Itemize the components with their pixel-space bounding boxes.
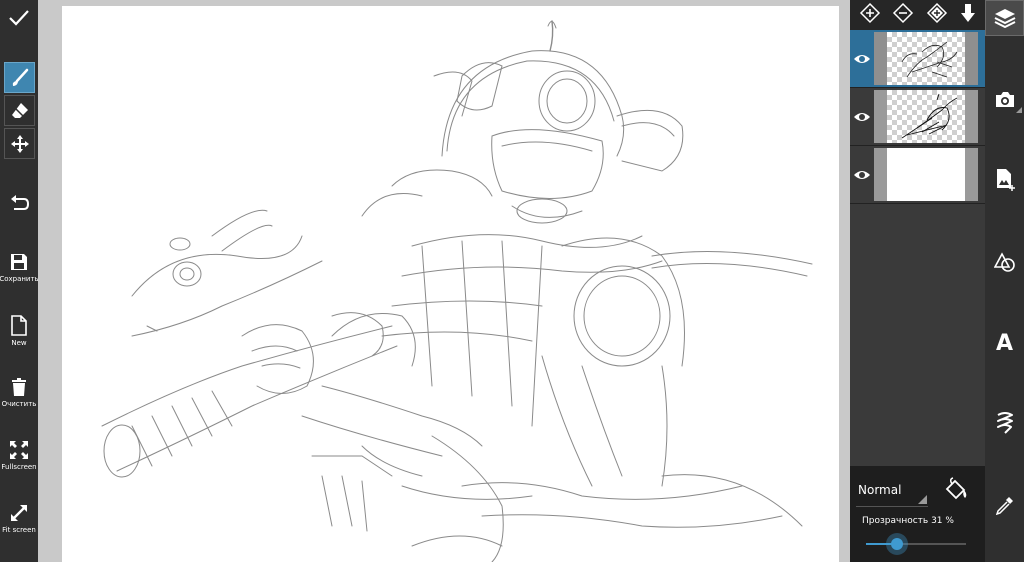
add-image-button[interactable]	[985, 165, 1024, 195]
trash-icon	[12, 378, 26, 396]
check-icon	[9, 10, 29, 26]
opacity-slider-thumb[interactable]	[886, 533, 908, 555]
text-tool-button[interactable]: A	[985, 328, 1024, 358]
layer-visibility-toggle-3[interactable]	[850, 146, 874, 203]
duplicate-layer-icon	[926, 2, 947, 24]
layers-toolbar	[850, 0, 985, 30]
layer-properties: Normal Прозрачность 31 %	[850, 466, 985, 562]
save-icon	[11, 254, 27, 270]
arrow-down-icon	[960, 4, 975, 22]
layers-icon	[994, 9, 1015, 28]
fit-screen-label: Fit screen	[2, 526, 36, 534]
fullscreen-button[interactable]: Fullscreen	[0, 440, 38, 471]
save-label: Сохранить	[0, 275, 39, 283]
opacity-label: Прозрачность 31 %	[862, 516, 954, 526]
move-icon	[10, 134, 29, 153]
brush-icon	[12, 68, 28, 86]
eraser-icon	[11, 102, 28, 118]
camera-icon	[995, 92, 1014, 107]
left-toolbar: Сохранить New Очистить Fullscreen Fit sc…	[0, 0, 39, 562]
blend-mode-select[interactable]: Normal	[858, 483, 901, 497]
eyedropper-icon	[995, 497, 1013, 515]
confirm-button[interactable]	[0, 8, 38, 28]
paint-bucket-icon	[945, 477, 967, 500]
layers-panel: Normal Прозрачность 31 %	[850, 0, 985, 562]
paint-app: Сохранить New Очистить Fullscreen Fit sc…	[0, 0, 1024, 562]
new-file-icon	[11, 315, 27, 336]
layer-item-2[interactable]	[850, 88, 985, 145]
fill-bucket-button[interactable]	[943, 477, 969, 507]
layer-visibility-toggle-1[interactable]	[850, 30, 874, 87]
clear-button[interactable]: Очистить	[0, 377, 38, 408]
eye-icon	[854, 170, 870, 179]
add-layer-button[interactable]	[859, 2, 881, 28]
add-layer-icon	[860, 2, 881, 24]
layer-thumbnail-1	[874, 32, 978, 85]
right-toolbar: A	[985, 0, 1024, 562]
duplicate-layer-button[interactable]	[925, 2, 949, 28]
smudge-tool-button[interactable]	[985, 407, 1024, 437]
new-label: New	[11, 339, 27, 347]
text-icon: A	[995, 330, 1014, 356]
fullscreen-label: Fullscreen	[1, 463, 37, 471]
layer-thumbnail-2	[874, 90, 978, 143]
move-tool-button[interactable]	[4, 128, 35, 159]
canvas-area	[38, 0, 850, 562]
undo-icon	[11, 195, 30, 210]
blend-underline	[856, 506, 928, 507]
save-button[interactable]: Сохранить	[0, 252, 39, 283]
layer-item-1[interactable]	[850, 30, 985, 87]
layer-thumbnail-3	[874, 148, 978, 201]
fit-screen-icon	[11, 505, 27, 521]
layers-button[interactable]	[985, 0, 1024, 36]
sketch-drawing	[101, 20, 813, 562]
camera-button[interactable]	[985, 85, 1024, 115]
eyedropper-button[interactable]	[985, 490, 1024, 520]
add-image-icon	[996, 169, 1015, 191]
eye-icon	[854, 54, 870, 63]
remove-layer-button[interactable]	[892, 2, 914, 28]
merge-down-button[interactable]	[960, 3, 976, 27]
eraser-tool-button[interactable]	[4, 95, 35, 126]
brush-tool-button[interactable]	[4, 62, 35, 93]
shapes-icon	[993, 252, 1015, 272]
remove-layer-icon	[893, 2, 914, 24]
smudge-icon	[996, 412, 1013, 434]
fullscreen-icon	[10, 441, 28, 459]
fit-screen-button[interactable]: Fit screen	[0, 503, 38, 534]
layer-visibility-toggle-2[interactable]	[850, 88, 874, 145]
clear-label: Очистить	[1, 400, 37, 408]
layer-item-3[interactable]	[850, 146, 985, 203]
opacity-slider[interactable]	[866, 533, 966, 555]
dropdown-corner-icon	[918, 495, 927, 504]
new-button[interactable]: New	[0, 315, 38, 347]
undo-button[interactable]	[0, 194, 38, 214]
eye-icon	[854, 112, 870, 121]
drawing-canvas[interactable]	[62, 6, 839, 562]
shapes-button[interactable]	[985, 247, 1024, 277]
